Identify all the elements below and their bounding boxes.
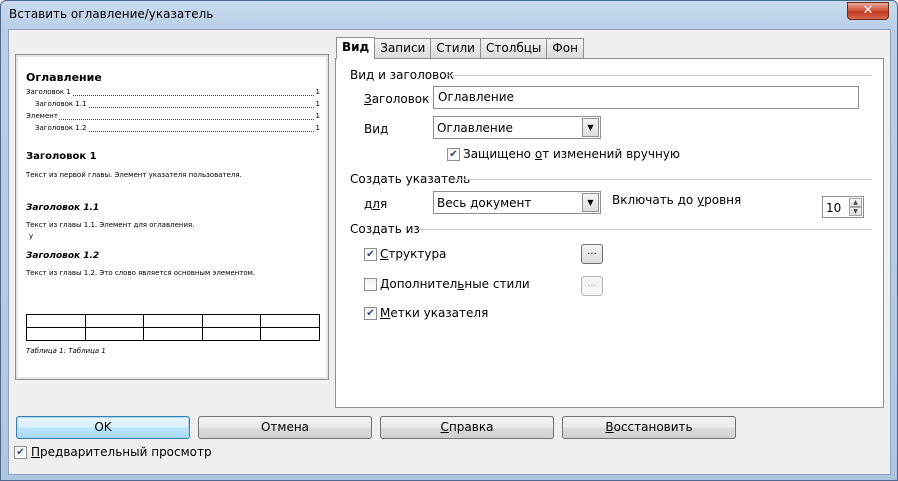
tab-type[interactable]: Вид: [336, 37, 376, 59]
section-divider: [446, 75, 872, 76]
protected-checkbox[interactable]: ✔: [447, 148, 460, 161]
dropdown-arrow-icon[interactable]: ▼: [582, 193, 599, 212]
index-marks-checkbox[interactable]: ✔: [364, 307, 377, 320]
spin-down-icon[interactable]: ▼: [849, 207, 862, 216]
scope-select-value: Весь документ: [437, 196, 532, 210]
preview-toc-entry: Заголовок 1.1 1: [35, 100, 320, 108]
section-divider: [454, 179, 872, 180]
cancel-button[interactable]: Отмена: [198, 416, 372, 439]
preview-toc-entry: Заголовок 11: [26, 88, 320, 96]
ok-button[interactable]: OK: [16, 416, 190, 439]
spin-up-icon[interactable]: ▲: [849, 198, 862, 207]
preview-heading-1: Заголовок 1: [26, 151, 97, 162]
tab-columns[interactable]: Столбцы: [479, 38, 548, 58]
type-select-value: Оглавление: [437, 121, 513, 135]
section-type-and-title: Вид и заголовок: [350, 68, 454, 82]
preview-index-marker: у: [29, 232, 34, 240]
additional-styles-button[interactable]: ...: [581, 276, 603, 296]
level-spinner[interactable]: 10 ▲ ▼: [822, 196, 864, 218]
reset-button[interactable]: Восстановить: [562, 416, 736, 439]
tab-page-type: Вид и заголовок Заголовок Оглавление Вид…: [335, 58, 884, 408]
outline-label: Структура: [380, 247, 447, 261]
outline-options-button[interactable]: ...: [581, 244, 603, 264]
tab-bar: Вид Записи Стили Столбцы Фон: [336, 37, 584, 59]
preview-toc-entry: Заголовок 1.2 1: [35, 124, 320, 132]
additional-styles-checkbox[interactable]: [364, 278, 377, 291]
outline-checkbox[interactable]: ✔: [364, 248, 377, 261]
dialog-window: Вставить оглавление/указатель ✕ Оглавлен…: [0, 0, 898, 481]
title-bar[interactable]: Вставить оглавление/указатель ✕: [1, 1, 897, 29]
dialog-client-area: Оглавление Заголовок 11 Заголовок 1.1 1 Э…: [8, 29, 891, 475]
preview-panel: Оглавление Заголовок 11 Заголовок 1.1 1 Э…: [15, 54, 329, 380]
preview-toggle-label: Предварительный просмотр: [31, 445, 212, 459]
tab-entries[interactable]: Записи: [374, 38, 432, 58]
close-button[interactable]: ✕: [847, 2, 889, 20]
protected-label: Защищено от изменений вручную: [463, 147, 681, 161]
heading-input[interactable]: Оглавление: [433, 86, 859, 109]
index-marks-label: Метки указателя: [380, 306, 489, 320]
scope-select[interactable]: Весь документ ▼: [433, 191, 601, 214]
preview-paragraph: Текст из главы 1.1. Элемент для оглавлен…: [26, 221, 195, 229]
preview-paragraph: Текст из первой главы. Элемент указателя…: [26, 171, 242, 179]
level-label: Включать до уровня: [612, 193, 742, 207]
preview-toc-entry: Элемент 1: [26, 112, 320, 120]
section-create-from: Создать из: [350, 222, 420, 236]
preview-table-caption: Таблица 1: Таблица 1: [26, 347, 106, 355]
preview-heading-1-1: Заголовок 1.1: [26, 203, 100, 213]
type-label: Вид: [364, 122, 389, 136]
window-title: Вставить оглавление/указатель: [9, 7, 214, 21]
preview-paragraph: Текст из главы 1.2. Это слово является о…: [26, 269, 256, 277]
level-value: 10: [826, 201, 842, 215]
preview-toggle-checkbox[interactable]: ✔: [14, 446, 27, 459]
preview-table: [26, 314, 320, 341]
tab-background[interactable]: Фон: [546, 38, 584, 58]
section-divider: [418, 229, 872, 230]
additional-styles-label: Дополнительные стили: [380, 277, 530, 291]
type-select[interactable]: Оглавление ▼: [433, 116, 601, 139]
section-create-index: Создать указатель: [350, 172, 471, 186]
preview-heading-1-2: Заголовок 1.2: [26, 251, 100, 261]
dropdown-arrow-icon[interactable]: ▼: [582, 118, 599, 137]
preview-toc-title: Оглавление: [26, 71, 102, 84]
for-label: для: [364, 197, 388, 211]
tab-styles[interactable]: Стили: [430, 38, 481, 58]
heading-label: Заголовок: [364, 92, 430, 106]
help-button[interactable]: Справка: [380, 416, 554, 439]
